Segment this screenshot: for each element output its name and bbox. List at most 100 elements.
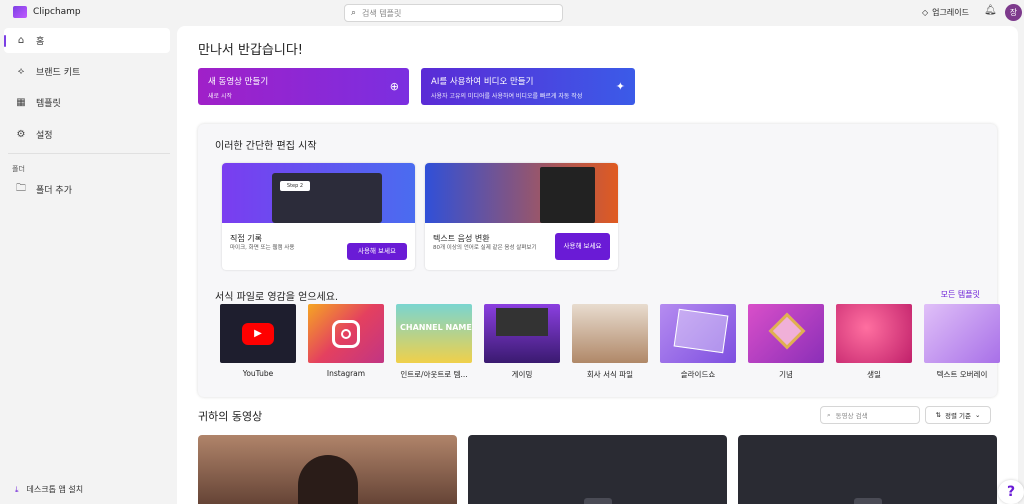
search-icon: ⌕ — [827, 410, 831, 419]
video-placeholder-icon — [854, 498, 882, 504]
sort-icon: ⇅ — [935, 411, 941, 419]
record-try-button[interactable]: 사용해 보세요 — [347, 243, 407, 260]
text-to-speech-card[interactable]: 텍스트 음성 변환 80개 이상의 언어로 실제 같은 음성 살펴보기 사용해 … — [425, 163, 618, 270]
main-content: 만나서 반갑습니다! 새 동영상 만들기 새로 시작 ⊕ AI를 사용하여 비디… — [177, 26, 1018, 504]
sort-label: 정렬 기준 — [945, 412, 971, 420]
template-thumbnail — [484, 304, 560, 363]
add-folder-button[interactable]: 🗀︎ 폴더 추가 — [4, 177, 170, 202]
record-card-desc: 마이크, 화면 또는 웹캠 사용 — [230, 245, 295, 251]
template-text-overlay[interactable]: 텍스트 오버레이 — [924, 304, 1000, 380]
template-label: YouTube — [242, 369, 274, 378]
slide-card — [673, 308, 729, 354]
add-folder-label: 폴더 추가 — [36, 186, 72, 196]
sidebar-item-home[interactable]: ⌂ 홈 — [4, 28, 170, 53]
gift-icon — [768, 312, 806, 350]
sidebar-item-label: 홈 — [36, 37, 45, 47]
tts-settings-panel — [540, 167, 595, 223]
template-label: 게이밍 — [511, 370, 533, 379]
record-card-image: Step 2 — [222, 163, 415, 223]
inspiration-title: 서식 파일로 영감을 얻으세요. — [215, 292, 339, 303]
tts-try-button[interactable]: 사용해 보세요 — [555, 233, 610, 260]
tts-card-image — [425, 163, 618, 223]
easy-edit-title: 이러한 간단한 편집 시작 — [215, 141, 317, 152]
upgrade-button[interactable]: ◇ 업그레이드 — [922, 7, 969, 18]
video-thumbnail-person — [298, 455, 358, 504]
download-icon: ⤓ — [15, 484, 19, 494]
ai-video-button[interactable]: AI를 사용하여 비디오 만들기 사용자 고유의 미디어를 사용하여 비디오를 … — [421, 68, 635, 105]
template-thumbnail — [660, 304, 736, 363]
templates-icon: ▦ — [16, 97, 26, 108]
new-video-subtitle: 새로 시작 — [208, 93, 232, 100]
video-placeholder-icon — [584, 498, 612, 504]
sidebar-item-label: 설정 — [36, 131, 53, 141]
template-youtube[interactable]: ▶ YouTube — [220, 304, 296, 378]
sidebar-item-brand-kit[interactable]: ⟡ 브랜드 키트 — [4, 59, 170, 84]
record-card[interactable]: Step 2 직접 기록 마이크, 화면 또는 웹캠 사용 사용해 보세요 — [222, 163, 415, 270]
template-birthday[interactable]: 생일 — [836, 304, 912, 380]
template-thumbnail — [308, 304, 384, 363]
gaming-screen — [496, 308, 548, 336]
search-placeholder: 검색 템플릿 — [362, 8, 402, 18]
template-gaming[interactable]: 게이밍 — [484, 304, 560, 380]
install-desktop-app-label: 데스크톱 앱 설치 — [26, 485, 84, 494]
sidebar-item-label: 템플릿 — [36, 99, 61, 109]
home-icon: ⌂ — [17, 35, 25, 46]
template-celebration[interactable]: 기념 — [748, 304, 824, 380]
all-templates-link[interactable]: 모든 템플릿 — [941, 289, 980, 300]
search-icon: ⌕ — [351, 8, 357, 18]
sidebar-item-label: 브랜드 키트 — [36, 68, 81, 78]
sidebar-item-settings[interactable]: ⚙ 설정 — [4, 122, 170, 147]
gear-icon: ⚙ — [16, 129, 26, 140]
video-card[interactable] — [738, 435, 997, 504]
template-thumbnail: CHANNEL NAME — [396, 304, 472, 363]
install-desktop-app-link[interactable]: ⤓ 데스크톱 앱 설치 — [15, 484, 83, 495]
template-label: 슬라이드쇼 — [680, 370, 716, 379]
new-video-button[interactable]: 새 동영상 만들기 새로 시작 ⊕ — [198, 68, 409, 105]
tts-card-title: 텍스트 음성 변환 — [433, 234, 490, 243]
template-thumbnail: ▶ — [220, 304, 296, 363]
avatar[interactable]: 장 — [1005, 4, 1022, 21]
question-icon: ? — [1006, 484, 1016, 500]
instagram-icon — [332, 319, 360, 348]
template-instagram[interactable]: Instagram — [308, 304, 384, 378]
video-card[interactable] — [468, 435, 727, 504]
template-thumbnail — [572, 304, 648, 363]
sidebar-item-templates[interactable]: ▦ 템플릿 — [4, 90, 170, 115]
folder-section-label: 폴더 — [12, 165, 25, 173]
video-card[interactable] — [198, 435, 457, 504]
template-label: Instagram — [326, 369, 366, 378]
quick-start-panel: 이러한 간단한 편집 시작 Step 2 직접 기록 마이크, 화면 또는 웹캠… — [198, 124, 1000, 397]
template-slideshow[interactable]: 슬라이드쇼 — [660, 304, 736, 380]
youtube-icon: ▶ — [242, 322, 274, 345]
page-title: 만나서 반갑습니다! — [198, 43, 304, 58]
add-folder-icon: 🗀︎ — [16, 183, 26, 194]
clipchamp-logo-icon — [13, 6, 27, 18]
sidebar: ⌂ 홈 ⟡ 브랜드 키트 ▦ 템플릿 ⚙ 설정 폴더 🗀︎ 폴더 추가 — [0, 26, 175, 504]
template-label: 기념 — [779, 370, 793, 379]
your-videos-title: 귀하의 동영상 — [198, 410, 263, 423]
ai-video-subtitle: 사용자 고유의 미디어를 사용하여 비디오를 빠르게 자동 작성 — [431, 93, 583, 100]
upgrade-label: 업그레이드 — [932, 8, 969, 17]
step-badge: Step 2 — [280, 181, 310, 191]
help-button[interactable]: ? — [998, 480, 1024, 504]
diamond-icon: ◇ — [922, 8, 929, 17]
sparkle-icon: ✦ — [615, 80, 625, 93]
template-intro-outro[interactable]: CHANNEL NAME 인트로/아웃트로 템... — [396, 304, 472, 380]
template-label: 인트로/아웃트로 템... — [400, 370, 468, 379]
template-thumbnail — [836, 304, 912, 363]
tts-card-desc: 80개 이상의 언어로 실제 같은 음성 살펴보기 — [433, 245, 537, 251]
template-thumbnail — [924, 304, 1000, 363]
app-logo[interactable]: Clipchamp — [13, 6, 81, 18]
sidebar-divider — [8, 153, 170, 154]
template-thumbnail — [748, 304, 824, 363]
template-search-input[interactable]: ⌕ 검색 템플릿 — [344, 4, 563, 22]
top-bar: Clipchamp ⌕ 검색 템플릿 ◇ 업그레이드 🔔︎ 장 — [0, 0, 1024, 26]
channel-name-text: CHANNEL NAME — [400, 323, 472, 332]
sort-button[interactable]: ⇅ 정렬 기준 ⌄ — [925, 406, 991, 424]
bell-icon[interactable]: 🔔︎ — [984, 5, 997, 16]
new-video-title: 새 동영상 만들기 — [208, 77, 269, 87]
video-search-input[interactable]: ⌕ 동영상 검색 — [820, 406, 920, 424]
chevron-down-icon: ⌄ — [975, 411, 981, 419]
brand-kit-icon: ⟡ — [17, 66, 25, 77]
template-business[interactable]: 회사 서식 파일 — [572, 304, 648, 380]
